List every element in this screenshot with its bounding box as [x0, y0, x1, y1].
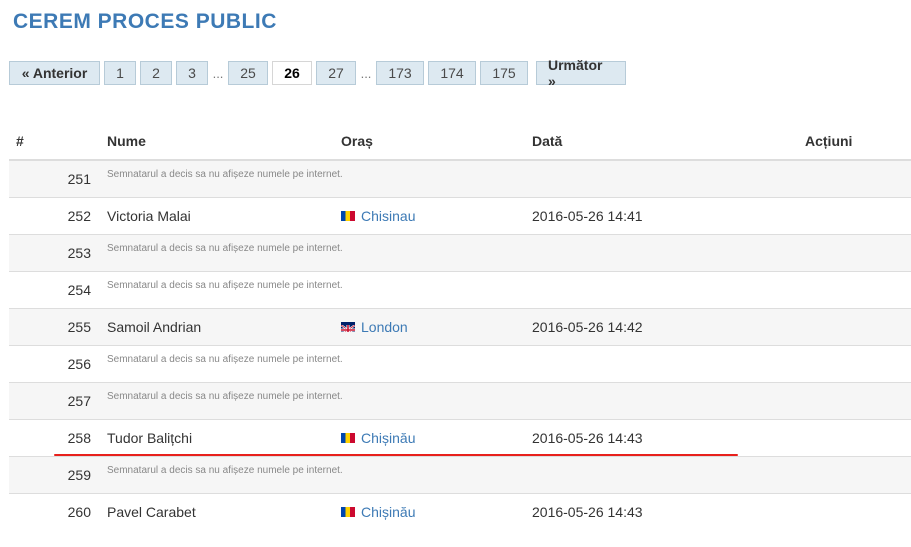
page-button-3[interactable]: 3 [176, 61, 208, 85]
actions-cell [805, 419, 911, 457]
table-row: 258 Tudor Balițchi Chișinău 2016-05-26 1… [9, 419, 911, 457]
signature-date: 2016-05-26 14:43 [532, 419, 805, 457]
next-page-button[interactable]: Următor » [536, 57, 626, 89]
row-number: 254 [9, 271, 99, 309]
city-link[interactable]: Chisinau [341, 208, 415, 224]
anonymous-note: Semnatarul a decis sa nu afișeze numele … [107, 353, 343, 365]
signer-name: Victoria Malai [99, 197, 341, 235]
row-number: 260 [9, 493, 99, 530]
column-header-number: # [9, 123, 99, 161]
table-header-row: # Nume Oraș Dată Acțiuni [9, 123, 911, 161]
pagination: « Anterior 1 2 3 ... 25 26 27 ... 173 17… [9, 57, 630, 89]
row-number: 258 [9, 419, 99, 457]
pagination-ellipsis: ... [212, 65, 224, 81]
city-name: Chișinău [361, 430, 416, 446]
anonymous-note: Semnatarul a decis sa nu afișeze numele … [107, 464, 343, 476]
row-number: 252 [9, 197, 99, 235]
column-header-date: Dată [532, 123, 805, 161]
table-row: 254 Semnatarul a decis sa nu afișeze num… [9, 271, 911, 309]
row-number: 259 [9, 456, 99, 494]
anonymous-note: Semnatarul a decis sa nu afișeze numele … [107, 279, 343, 291]
moldova-flag-icon [341, 211, 355, 221]
city-link[interactable]: London [341, 319, 408, 335]
page-button-1[interactable]: 1 [104, 61, 136, 85]
table-row: 259 Semnatarul a decis sa nu afișeze num… [9, 456, 911, 494]
page-button-2[interactable]: 2 [140, 61, 172, 85]
uk-flag-icon [341, 322, 355, 332]
page-button-25[interactable]: 25 [228, 61, 268, 85]
actions-cell [805, 197, 911, 235]
row-number: 256 [9, 345, 99, 383]
red-highlight-underline [54, 454, 738, 456]
page-button-27[interactable]: 27 [316, 61, 356, 85]
city-name: Chișinău [361, 504, 416, 520]
city-name: Chisinau [361, 208, 416, 224]
anonymous-note: Semnatarul a decis sa nu afișeze numele … [107, 390, 343, 402]
signer-name: Pavel Carabet [99, 493, 341, 530]
table-row: 256 Semnatarul a decis sa nu afișeze num… [9, 345, 911, 383]
signature-date: 2016-05-26 14:43 [532, 493, 805, 530]
column-header-actions: Acțiuni [805, 123, 911, 161]
column-header-city: Oraș [341, 123, 532, 161]
page-button-175[interactable]: 175 [480, 61, 528, 85]
signature-date: 2016-05-26 14:42 [532, 308, 805, 346]
anonymous-note: Semnatarul a decis sa nu afișeze numele … [107, 242, 343, 254]
page-button-174[interactable]: 174 [428, 61, 476, 85]
moldova-flag-icon [341, 507, 355, 517]
signature-date: 2016-05-26 14:41 [532, 197, 805, 235]
table-row: 255 Samoil Andrian London 2016-05-26 14:… [9, 308, 911, 346]
table-row: 253 Semnatarul a decis sa nu afișeze num… [9, 234, 911, 272]
actions-cell [805, 493, 911, 530]
city-link[interactable]: Chișinău [341, 504, 415, 520]
row-number: 251 [9, 159, 99, 198]
page-button-173[interactable]: 173 [376, 61, 424, 85]
city-link[interactable]: Chișinău [341, 430, 415, 446]
table-row: 251 Semnatarul a decis sa nu afișeze num… [9, 159, 911, 198]
row-number: 255 [9, 308, 99, 346]
signer-name: Tudor Balițchi [99, 419, 341, 457]
city-name: London [361, 319, 408, 335]
table-row: 252 Victoria Malai Chisinau 2016-05-26 1… [9, 197, 911, 235]
page-title: CEREM PROCES PUBLIC [13, 10, 277, 33]
table-row: 260 Pavel Carabet Chișinău 2016-05-26 14… [9, 493, 911, 530]
anonymous-note: Semnatarul a decis sa nu afișeze numele … [107, 168, 343, 180]
pagination-ellipsis: ... [360, 65, 372, 81]
moldova-flag-icon [341, 433, 355, 443]
table-row: 257 Semnatarul a decis sa nu afișeze num… [9, 382, 911, 420]
signatures-table: # Nume Oraș Dată Acțiuni 251 Semnatarul … [9, 123, 911, 530]
page-button-26-current[interactable]: 26 [272, 61, 312, 85]
row-number: 253 [9, 234, 99, 272]
actions-cell [805, 308, 911, 346]
signer-name: Samoil Andrian [99, 308, 341, 346]
column-header-name: Nume [99, 123, 341, 161]
previous-page-button[interactable]: « Anterior [9, 61, 100, 85]
row-number: 257 [9, 382, 99, 420]
